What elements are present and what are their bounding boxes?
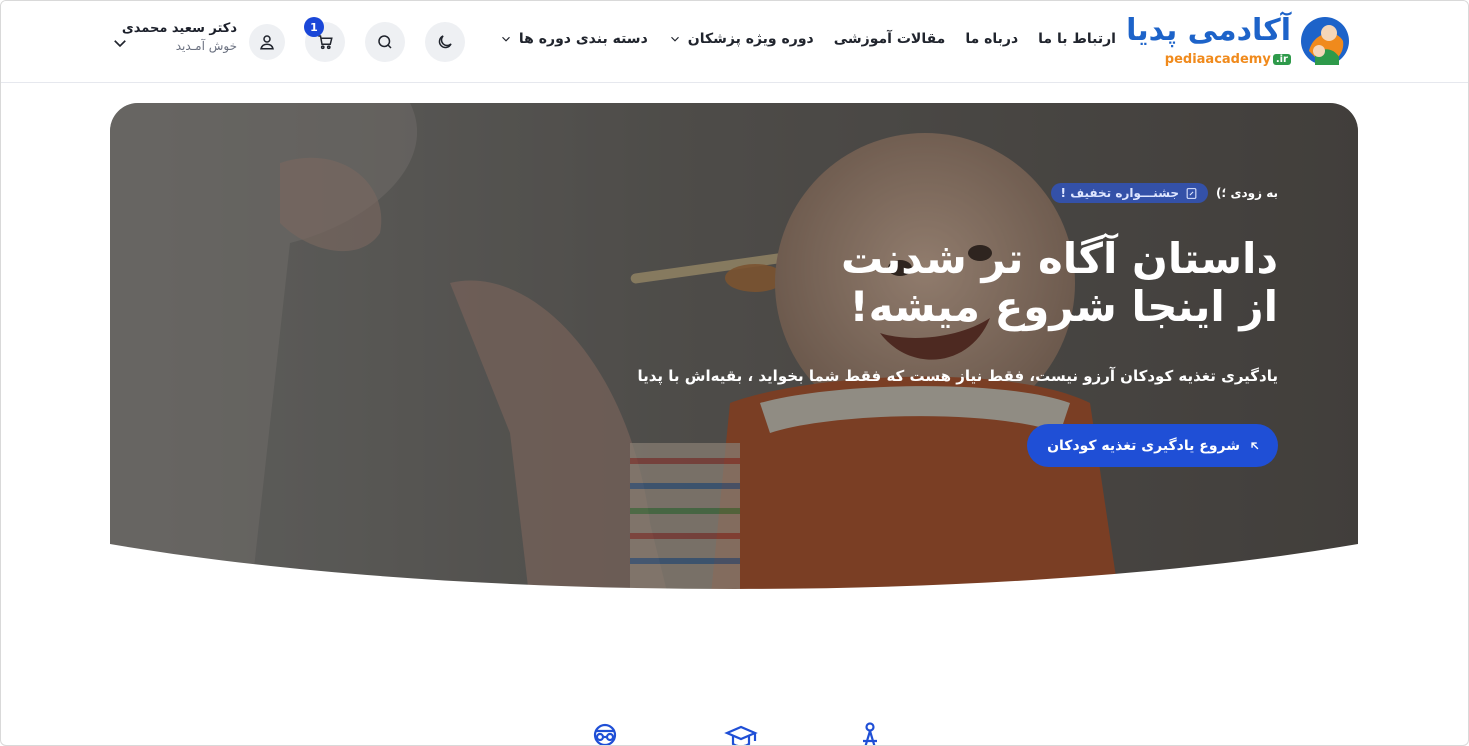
discount-festival-badge: جشنـــواره تخفیف !: [1050, 183, 1209, 203]
hero-title: داستان آگاه تر شدنت از اینجا شروع میشه!: [718, 235, 1278, 331]
nav-item-label: دوره ویژه پزشکان: [687, 31, 814, 47]
logo-text-en: pediaacademy .ir: [1165, 52, 1291, 67]
hero-subtitle: یادگیری تغذیه کودکان آرزو نیست، فقط نیاز…: [637, 367, 1278, 385]
nav-item-label: مقالات آموزشی: [833, 31, 946, 47]
nav-item-label: دسته بندی دوره ها: [518, 31, 648, 47]
logo-mark-icon: [1301, 17, 1349, 65]
user-avatar-button[interactable]: [249, 24, 285, 60]
nav-item-label: درباه ما: [965, 31, 1019, 47]
coupon-icon: [1186, 187, 1197, 199]
logo-tld: .ir: [1272, 54, 1291, 65]
nav-item-course-categories[interactable]: دسته بندی دوره ها: [499, 31, 648, 47]
main-nav: دسته بندی دوره ها دوره ویژه پزشکان مقالا…: [499, 31, 1116, 47]
person-icon: [863, 722, 877, 745]
logo-text-en-name: pediaacademy: [1164, 52, 1271, 67]
nav-item-label: ارتباط با ما: [1038, 31, 1116, 47]
cta-label: شروع یادگیری تغذیه کودکان: [1047, 437, 1240, 454]
hero-banner: جشنـــواره تخفیف ! به زودی ؛) داستان آگا…: [110, 103, 1358, 604]
badge-soon-text: به زودی ؛): [1216, 186, 1278, 200]
hero-background-image: [110, 103, 1358, 604]
badge-label: جشنـــواره تخفیف !: [1060, 186, 1180, 200]
hero-bottom-curve: [110, 544, 1358, 604]
user-greeting: خوش آمـدید: [175, 39, 237, 53]
doctor-icon: [593, 723, 617, 745]
hero-title-line-1: داستان آگاه تر شدنت: [841, 234, 1278, 283]
cart-button[interactable]: 1: [304, 17, 345, 62]
user-icon: [260, 35, 274, 50]
nav-item-doctors-course[interactable]: دوره ویژه پزشکان: [668, 31, 814, 47]
promo-badge-row: جشنـــواره تخفیف ! به زودی ؛): [1050, 183, 1278, 203]
user-name: دکتر سعید محمدی: [121, 21, 237, 36]
user-info[interactable]: دکتر سعید محمدی خوش آمـدید: [121, 21, 237, 53]
chevron-down-icon: [501, 36, 510, 42]
site-header: آکادمی پدیا pediaacademy .ir دسته بندی دو…: [1, 1, 1468, 83]
start-learning-button[interactable]: شروع یادگیری تغذیه کودکان: [1027, 424, 1278, 467]
logo-text-fa: آکادمی پدیا: [1126, 13, 1292, 48]
site-logo[interactable]: آکادمی پدیا pediaacademy .ir: [1126, 11, 1349, 71]
browser-viewport: آکادمی پدیا pediaacademy .ir دسته بندی دو…: [0, 0, 1469, 746]
nav-item-contact[interactable]: ارتباط با ما: [1038, 31, 1116, 47]
hero-title-line-2: از اینجا شروع میشه!: [849, 282, 1278, 331]
search-icon: [378, 35, 392, 49]
nav-item-about[interactable]: درباه ما: [965, 31, 1018, 47]
graduation-cap-icon: [724, 725, 758, 745]
chevron-down-icon: [670, 36, 679, 42]
theme-toggle-button[interactable]: [425, 22, 465, 62]
nav-item-articles[interactable]: مقالات آموزشی: [834, 31, 946, 47]
chevron-down-icon[interactable]: [111, 34, 129, 52]
cart-count-badge: 1: [304, 17, 324, 37]
arrow-up-left-icon: [1251, 441, 1259, 449]
moon-icon: [438, 35, 452, 49]
search-button[interactable]: [365, 22, 405, 62]
